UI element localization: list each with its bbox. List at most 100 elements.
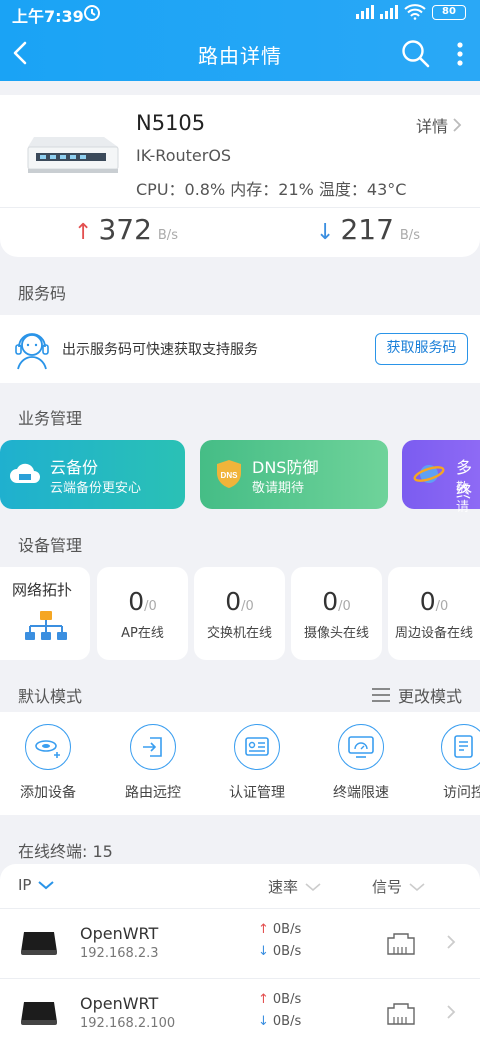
get-service-code-button[interactable]: 获取服务码 bbox=[375, 333, 468, 365]
table-row[interactable]: OpenWRT 192.168.2.3 ↑ 0B/s ↓ 0B/s bbox=[0, 908, 480, 976]
more-icon[interactable] bbox=[452, 40, 468, 68]
nav-bar: 路由详情 bbox=[0, 26, 480, 81]
device-count-value: 0 bbox=[419, 587, 436, 616]
detail-label: 详情 bbox=[415, 117, 448, 136]
mode-remote-control[interactable]: 路由远控 bbox=[113, 724, 193, 802]
list-icon bbox=[371, 688, 390, 702]
download-value: 217 bbox=[340, 213, 394, 246]
device-count: 0/0 bbox=[194, 587, 285, 616]
status-indicators: 80 bbox=[356, 4, 466, 20]
terminal-download-value: 0B/s bbox=[272, 944, 302, 959]
device-count-total: /0 bbox=[435, 599, 449, 614]
detail-link[interactable]: 详情 bbox=[416, 113, 462, 137]
service-code-card: 出示服务码可快速获取支持服务 获取服务码 bbox=[0, 315, 480, 383]
chevron-right-icon bbox=[447, 935, 456, 949]
column-rate-label: 速率 bbox=[268, 878, 299, 896]
down-arrow-icon: ↓ bbox=[258, 944, 269, 959]
tile-cloud-backup[interactable]: 云备份 云端备份更安心 bbox=[0, 440, 185, 509]
mode-auth-management[interactable]: 认证管理 bbox=[217, 724, 297, 802]
service-code-text: 出示服务码可快速获取支持服务 bbox=[62, 342, 258, 358]
chevron-right-icon bbox=[447, 1005, 456, 1019]
router-card[interactable]: N5105 IK-RouterOS CPU：0.8% 内存：21% 温度：43°… bbox=[0, 95, 480, 257]
up-arrow-icon: ↑ bbox=[258, 992, 269, 1007]
tile-subtitle: 云端备份更安心 bbox=[50, 481, 142, 496]
device-tile-switch[interactable]: 0/0 交换机在线 bbox=[194, 567, 285, 660]
device-tile-ap[interactable]: 0/0 AP在线 bbox=[97, 567, 188, 660]
planet-icon bbox=[413, 465, 445, 483]
tile-subtitle: 敬请期待 bbox=[252, 481, 305, 496]
mode-label: 终端限速 bbox=[333, 785, 389, 801]
terminal-upload-value: 0B/s bbox=[272, 992, 302, 1007]
terminal-ip: 192.168.2.100 bbox=[80, 1016, 176, 1031]
column-ip-label: IP bbox=[18, 876, 32, 894]
section-default-mode: 默认模式 bbox=[18, 687, 83, 706]
device-count: 0/0 bbox=[388, 587, 480, 616]
mode-access-control[interactable]: 访问控 bbox=[424, 724, 480, 802]
terminal-list: IP 速率 信号 OpenWRT 192.168.2.3 ↑ 0B/s ↓ 0B/s… bbox=[0, 864, 480, 1051]
change-mode-label: 更改模式 bbox=[397, 687, 462, 706]
device-label: AP在线 bbox=[121, 626, 164, 641]
device-count-total: /0 bbox=[144, 599, 157, 614]
column-rate[interactable]: 速率 bbox=[268, 876, 322, 897]
mode-speed-limit[interactable]: 终端限速 bbox=[321, 724, 401, 802]
access-doc-icon bbox=[441, 724, 480, 770]
terminal-upload: ↑ 0B/s bbox=[258, 922, 301, 937]
router-stats: CPU：0.8% 内存：21% 温度：43°C bbox=[136, 180, 407, 199]
device-box-icon bbox=[21, 932, 57, 955]
upload-rate: ↑ 372 B/s bbox=[74, 213, 178, 246]
tile-dns-defense[interactable]: DNS DNS防御 敬请期待 bbox=[200, 440, 388, 509]
chevron-down-icon bbox=[305, 882, 321, 891]
terminal-upload-value: 0B/s bbox=[272, 922, 302, 937]
section-business: 业务管理 bbox=[18, 409, 83, 428]
tile-multi-terminal[interactable]: 多终 敬请 bbox=[402, 440, 480, 515]
cloud-icon bbox=[10, 463, 40, 483]
monitor-speed-icon bbox=[338, 724, 384, 770]
tile-title: DNS防御 bbox=[252, 458, 319, 477]
terminal-download: ↓ 0B/s bbox=[258, 1014, 301, 1029]
support-agent-icon bbox=[15, 333, 49, 370]
up-arrow-icon: ↑ bbox=[258, 922, 269, 937]
section-devices: 设备管理 bbox=[18, 536, 83, 555]
terminal-name: OpenWRT bbox=[80, 994, 159, 1013]
down-arrow-icon: ↓ bbox=[258, 1014, 269, 1029]
section-service-code: 服务码 bbox=[18, 284, 67, 303]
device-box-icon bbox=[21, 1002, 57, 1025]
mode-label: 认证管理 bbox=[229, 785, 285, 801]
chevron-right-icon bbox=[453, 118, 462, 132]
default-mode-card: 添加设备 路由远控 认证管理 终端限速 访问控 bbox=[0, 712, 480, 815]
up-arrow-icon: ↑ bbox=[74, 220, 93, 245]
device-label: 交换机在线 bbox=[206, 626, 272, 641]
column-ip[interactable]: IP bbox=[18, 876, 55, 894]
app-header: 上午7:39 80 路由详情 bbox=[0, 0, 480, 81]
mode-label: 路由远控 bbox=[125, 785, 181, 801]
device-count-value: 0 bbox=[225, 587, 242, 616]
id-card-icon bbox=[234, 724, 280, 770]
device-tile-camera[interactable]: 0/0 摄像头在线 bbox=[291, 567, 382, 660]
column-signal-label: 信号 bbox=[372, 878, 403, 896]
remote-login-icon bbox=[130, 724, 176, 770]
svg-text:DNS: DNS bbox=[221, 471, 239, 480]
download-rate: ↓ 217 B/s bbox=[316, 213, 420, 246]
signal-icon bbox=[380, 5, 398, 19]
network-topology-tile[interactable]: 网络拓扑 bbox=[0, 567, 90, 660]
change-mode-button[interactable]: 更改模式 bbox=[371, 683, 462, 707]
device-tile-peripheral[interactable]: 0/0 周边设备在线 bbox=[388, 567, 480, 660]
terminal-name: OpenWRT bbox=[80, 924, 159, 943]
upload-value: 372 bbox=[98, 213, 152, 246]
download-unit: B/s bbox=[399, 228, 420, 243]
section-online-terminals: 在线终端: 15 bbox=[18, 842, 113, 861]
wifi-icon bbox=[404, 4, 426, 20]
tile-title: 云备份 bbox=[50, 458, 99, 477]
device-count-total: /0 bbox=[338, 599, 351, 614]
table-row[interactable]: OpenWRT 192.168.2.100 ↑ 0B/s ↓ 0B/s bbox=[0, 978, 480, 1046]
terminal-ip: 192.168.2.3 bbox=[80, 946, 159, 961]
device-label: 摄像头在线 bbox=[303, 626, 369, 641]
column-signal[interactable]: 信号 bbox=[372, 876, 426, 897]
router-model: N5105 bbox=[136, 111, 206, 135]
terminal-download-value: 0B/s bbox=[272, 1014, 302, 1029]
ethernet-port-icon bbox=[387, 1003, 415, 1025]
mode-add-device[interactable]: 添加设备 bbox=[8, 724, 88, 802]
search-icon[interactable] bbox=[400, 38, 432, 70]
topology-label: 网络拓扑 bbox=[12, 581, 73, 599]
battery-indicator: 80 bbox=[432, 4, 466, 20]
